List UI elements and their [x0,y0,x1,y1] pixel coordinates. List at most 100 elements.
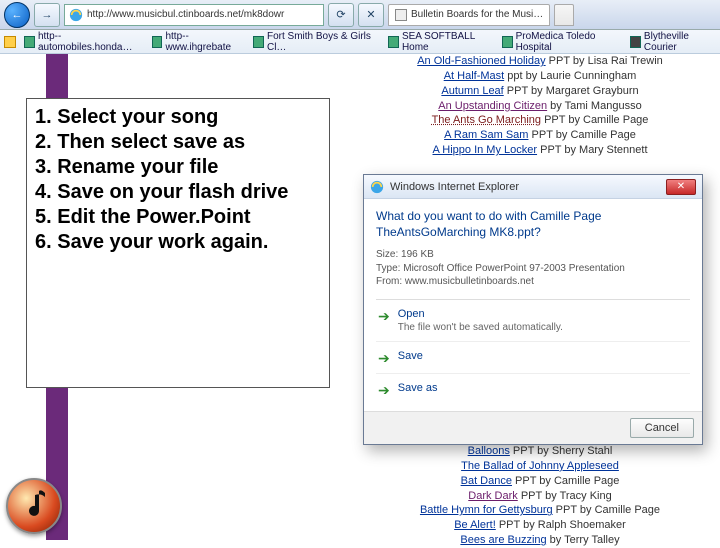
refresh-icon: ⟳ [336,8,345,21]
song-link[interactable]: The Ants Go Marching [432,114,541,126]
tab-label: Bulletin Boards for the Musi… [411,9,543,20]
song-row: An Upstanding Citizen by Tami Mangusso [390,99,690,114]
arrow-right-icon: ➔ [378,351,390,365]
arrow-left-icon: ← [12,9,23,21]
address-bar[interactable]: http://www.musicbul.ctinboards.net/mk8do… [64,4,324,26]
dialog-options: ➔ Open The file won't be saved automatic… [376,299,690,405]
address-url: http://www.musicbul.ctinboards.net/mk8do… [87,9,284,20]
slide-content: 1. Select your song 2. Then select save … [0,54,720,540]
song-link[interactable]: Dark Dark [468,490,518,502]
song-meta: PPT by Sherry Stahl [510,445,613,457]
page-icon [502,36,513,48]
instruction-line: 2. Then select save as [35,130,321,155]
song-meta: by Tami Mangusso [547,100,642,112]
back-button[interactable]: ← [4,2,30,28]
favorites-button[interactable] [4,36,16,48]
favicon-icon [395,9,407,21]
song-meta: PPT by Camille Page [528,129,635,141]
song-row: Bat Dance PPT by Camille Page [390,474,690,489]
instruction-line: 4. Save on your flash drive [35,180,321,205]
close-icon: ✕ [366,8,375,21]
page-icon [388,36,399,48]
download-dialog: Windows Internet Explorer ✕ What do you … [363,174,703,445]
dialog-title: Windows Internet Explorer [390,181,519,193]
bookmark-item[interactable]: http--www.ihgrebate [152,31,246,53]
song-row: At Half-Mast ppt by Laurie Cunningham [390,69,690,84]
arrow-right-icon: ➔ [378,383,390,397]
song-meta: PPT by Camille Page [512,475,619,487]
song-link[interactable]: Bees are Buzzing [460,534,546,546]
song-row: The Ants Go Marching PPT by Camille Page [390,113,690,128]
song-link[interactable]: Autumn Leaf [441,85,503,97]
song-link[interactable]: Balloons [468,445,510,457]
song-row: Autumn Leaf PPT by Margaret Grayburn [390,84,690,99]
song-link[interactable]: An Old-Fashioned Holiday [417,55,545,67]
page-icon [24,36,35,48]
dialog-file-info: Size: 196 KB Type: Microsoft Office Powe… [376,248,690,289]
bookmark-item[interactable]: SEA SOFTBALL Home [388,31,494,53]
song-row: A Hippo In My Locker PPT by Mary Stennet… [390,143,690,158]
song-link[interactable]: At Half-Mast [444,70,505,82]
instruction-line: 3. Rename your file [35,155,321,180]
instructions-panel: 1. Select your song 2. Then select save … [26,98,330,388]
song-list-top: An Old-Fashioned Holiday PPT by Lisa Rai… [390,54,690,158]
song-link[interactable]: Bat Dance [461,475,512,487]
bookmarks-bar: http--automobiles.honda… http--www.ihgre… [0,30,720,54]
song-row: Bees are Buzzing by Terry Talley [390,533,690,548]
stop-button[interactable]: ✕ [358,3,384,27]
song-row: A Ram Sam Sam PPT by Camille Page [390,128,690,143]
bookmark-item[interactable]: ProMedica Toledo Hospital [502,31,622,53]
dialog-titlebar[interactable]: Windows Internet Explorer ✕ [364,175,702,199]
song-link[interactable]: An Upstanding Citizen [438,100,547,112]
dialog-footer: Cancel [364,411,702,444]
music-note-logo [6,478,62,534]
dialog-option-open[interactable]: ➔ Open The file won't be saved automatic… [376,300,690,342]
instruction-line: 5. Edit the Power.Point [35,205,321,230]
song-link[interactable]: A Hippo In My Locker [432,144,537,156]
song-list-bottom: Balloons PPT by Sherry StahlThe Ballad o… [390,444,690,548]
star-icon [4,36,16,48]
refresh-button[interactable]: ⟳ [328,3,354,27]
instruction-line: 6. Save your work again. [35,230,321,255]
music-note-icon [19,489,49,523]
song-row: Be Alert! PPT by Ralph Shoemaker [390,518,690,533]
close-icon: ✕ [677,181,685,192]
instruction-line: 1. Select your song [35,105,321,130]
page-icon [253,36,264,48]
bookmark-item[interactable]: Blytheville Courier [630,31,716,53]
song-row: Battle Hymn for Gettysburg PPT by Camill… [390,503,690,518]
new-tab-button[interactable] [554,4,574,26]
song-meta: PPT by Ralph Shoemaker [496,519,626,531]
song-meta: PPT by Camille Page [553,504,660,516]
song-meta: PPT by Lisa Rai Trewin [546,55,663,67]
song-meta: PPT by Camille Page [541,114,648,126]
song-row: Balloons PPT by Sherry Stahl [390,444,690,459]
page-icon [630,36,641,48]
song-meta: by Terry Talley [547,534,620,546]
arrow-right-icon: → [42,9,53,21]
song-meta: PPT by Margaret Grayburn [504,85,639,97]
dialog-option-save-as[interactable]: ➔ Save as [376,374,690,405]
song-link[interactable]: Be Alert! [454,519,496,531]
dialog-close-button[interactable]: ✕ [666,179,696,195]
dialog-option-save[interactable]: ➔ Save [376,342,690,374]
ie-icon [370,180,384,194]
song-row: Dark Dark PPT by Tracy King [390,489,690,504]
browser-tab-active[interactable]: Bulletin Boards for the Musi… [388,4,550,26]
arrow-right-icon: ➔ [378,309,390,323]
song-link[interactable]: The Ballad of Johnny Appleseed [461,460,619,472]
dialog-question: What do you want to do with Camille Page… [376,209,690,240]
page-icon [152,36,163,48]
cancel-button[interactable]: Cancel [630,418,694,438]
browser-toolbar: ← → http://www.musicbul.ctinboards.net/m… [0,0,720,30]
song-meta: PPT by Mary Stennett [537,144,647,156]
forward-button[interactable]: → [34,3,60,27]
song-row: The Ballad of Johnny Appleseed [390,459,690,474]
song-link[interactable]: A Ram Sam Sam [444,129,528,141]
song-meta: PPT by Tracy King [518,490,612,502]
ie-icon [69,8,83,22]
bookmark-item[interactable]: Fort Smith Boys & Girls Cl… [253,31,380,53]
bookmark-item[interactable]: http--automobiles.honda… [24,31,144,53]
song-row: An Old-Fashioned Holiday PPT by Lisa Rai… [390,54,690,69]
song-link[interactable]: Battle Hymn for Gettysburg [420,504,553,516]
